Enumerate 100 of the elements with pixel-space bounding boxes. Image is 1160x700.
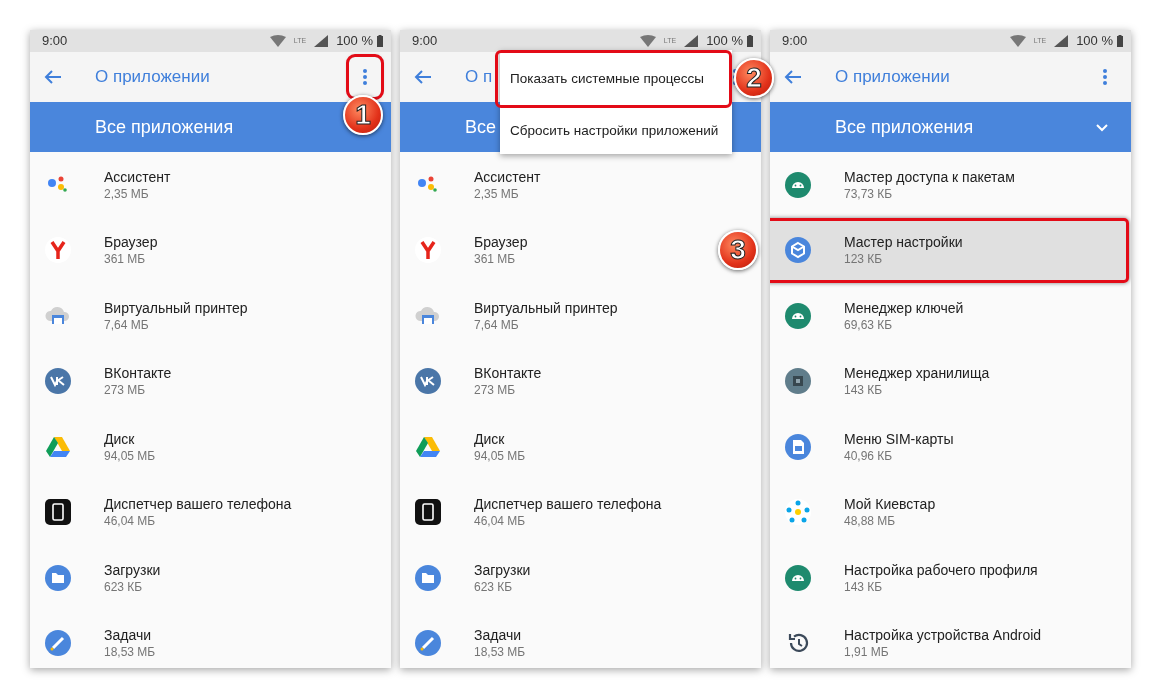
app-name: Диск xyxy=(474,429,506,448)
battery-icon xyxy=(377,35,383,47)
android-icon xyxy=(784,563,812,592)
cube-icon xyxy=(784,236,812,265)
app-name: Диспетчер вашего телефона xyxy=(474,495,662,514)
app-name: Задачи xyxy=(104,626,152,645)
menu-item[interactable]: Показать системные процессы xyxy=(495,50,732,108)
app-list-item[interactable]: Браузер 361 МБ xyxy=(400,217,713,283)
screen-title: О приложении xyxy=(835,66,950,89)
back-button[interactable] xyxy=(784,69,802,85)
app-size: 94,05 МБ xyxy=(104,447,156,464)
more-vertical-icon xyxy=(363,69,367,85)
app-list-item[interactable]: Меню SIM-карты 40,96 КБ xyxy=(770,414,1083,480)
status-time: 9:00 xyxy=(42,32,68,51)
app-name: Диск xyxy=(104,429,136,448)
app-list-item[interactable]: Загрузки 623 КБ xyxy=(30,545,343,611)
app-name: Диспетчер вашего телефона xyxy=(104,495,292,514)
app-size: 143 КБ xyxy=(844,382,884,399)
circle-logo-icon xyxy=(44,367,72,396)
back-arrow-icon xyxy=(44,69,62,85)
app-name: Виртуальный принтер xyxy=(474,298,618,317)
app-size: 361 МБ xyxy=(474,251,517,268)
app-name: Мастер доступа к пакетам xyxy=(844,167,1015,186)
app-size: 18,53 МБ xyxy=(104,644,156,661)
app-list-item[interactable]: Менеджер хранилища 143 КБ xyxy=(770,348,1083,414)
signal-icon xyxy=(684,35,699,47)
app-size: 361 МБ xyxy=(104,251,147,268)
status-time: 9:00 xyxy=(412,32,438,51)
status-time: 9:00 xyxy=(782,32,808,51)
filter-label[interactable]: Все приложения xyxy=(95,113,234,141)
app-name: Настройка устройства Android xyxy=(844,626,1042,645)
back-button[interactable] xyxy=(414,69,432,85)
app-size: 623 КБ xyxy=(474,578,514,595)
app-list-item[interactable]: Мой Киевстар 48,88 МБ xyxy=(770,479,1083,545)
app-list-item[interactable]: Ассистент 2,35 МБ xyxy=(400,152,713,218)
app-size: 94,05 МБ xyxy=(474,447,526,464)
phone-icon xyxy=(414,498,442,527)
battery-level: 100 % xyxy=(706,32,743,51)
wifi-icon xyxy=(639,35,656,47)
menu-item[interactable]: Сбросить настройки приложений xyxy=(500,108,732,154)
chevron-down-icon xyxy=(1095,122,1109,132)
back-arrow-icon xyxy=(784,69,802,85)
app-name: ВКонтакте xyxy=(474,364,542,383)
app-list-item[interactable]: Мастер доступа к пакетам 73,73 КБ xyxy=(770,152,1083,218)
filter-label[interactable]: Все приложения xyxy=(835,113,974,141)
back-button[interactable] xyxy=(44,69,62,85)
sim-card-icon xyxy=(784,432,812,461)
app-size: 48,88 МБ xyxy=(844,513,897,530)
app-list-item[interactable]: ВКонтакте 273 МБ xyxy=(30,348,343,414)
battery-level: 100 % xyxy=(336,32,373,51)
screen-title: О приложении xyxy=(95,66,210,89)
more-vertical-icon xyxy=(1103,69,1107,85)
app-list-item[interactable]: Диск 94,05 МБ xyxy=(400,414,713,480)
folder-icon xyxy=(414,563,442,592)
pencil-icon xyxy=(44,629,72,658)
app-name: Загрузки xyxy=(104,560,161,579)
app-size: 1,91 МБ xyxy=(844,644,890,661)
app-list-item[interactable]: Настройка устройства Android 1,91 МБ xyxy=(770,610,1083,668)
app-name: Задачи xyxy=(474,626,522,645)
app-list-item[interactable]: Настройка рабочего профиля 143 КБ xyxy=(770,545,1083,611)
app-list-item[interactable]: Браузер 361 МБ xyxy=(30,217,343,283)
app-name: Настройка рабочего профиля xyxy=(844,560,1038,579)
back-arrow-icon xyxy=(414,69,432,85)
app-name: Мой Киевстар xyxy=(844,495,936,514)
app-list-item[interactable]: Виртуальный принтер 7,64 МБ xyxy=(30,283,343,349)
app-size: 143 КБ xyxy=(844,578,884,595)
app-name: Ассистент xyxy=(104,167,171,186)
app-size: 46,04 МБ xyxy=(474,513,527,530)
app-list-item[interactable]: Мастер настройки 123 КБ xyxy=(770,217,1129,283)
app-size: 69,63 КБ xyxy=(844,316,894,333)
app-list-item[interactable]: Диспетчер вашего телефона 46,04 МБ xyxy=(400,479,713,545)
app-size: 123 КБ xyxy=(844,251,884,268)
folder-icon xyxy=(44,563,72,592)
app-list-item[interactable]: Диспетчер вашего телефона 46,04 МБ xyxy=(30,479,343,545)
app-list-item[interactable]: Загрузки 623 КБ xyxy=(400,545,713,611)
app-size: 273 МБ xyxy=(104,382,147,399)
filter-label[interactable]: Все xyxy=(465,113,497,141)
app-name: Мастер настройки xyxy=(844,233,963,252)
app-size: 273 МБ xyxy=(474,382,517,399)
app-size: 7,64 МБ xyxy=(104,316,150,333)
app-list-item[interactable]: Задачи 18,53 МБ xyxy=(400,610,713,668)
app-list-item[interactable]: Диск 94,05 МБ xyxy=(30,414,343,480)
battery-level: 100 % xyxy=(1076,32,1113,51)
app-list-item[interactable]: Менеджер ключей 69,63 КБ xyxy=(770,283,1083,349)
app-name: Менеджер хранилища xyxy=(844,364,990,383)
more-options-button[interactable] xyxy=(349,57,381,97)
app-size: 623 КБ xyxy=(104,578,144,595)
app-size: 40,96 КБ xyxy=(844,447,894,464)
app-list-item[interactable]: ВКонтакте 273 МБ xyxy=(400,348,713,414)
app-name: Ассистент xyxy=(474,167,541,186)
storage-icon xyxy=(784,367,812,396)
app-list-item[interactable]: Ассистент 2,35 МБ xyxy=(30,152,343,218)
app-list-item[interactable]: Задачи 18,53 МБ xyxy=(30,610,343,668)
app-size: 7,64 МБ xyxy=(474,316,520,333)
app-name: Менеджер ключей xyxy=(844,298,964,317)
battery-icon xyxy=(1117,35,1123,47)
app-list-item[interactable]: Виртуальный принтер 7,64 МБ xyxy=(400,283,713,349)
wifi-icon xyxy=(1009,35,1026,47)
app-name: Меню SIM-карты xyxy=(844,429,954,448)
app-name: Виртуальный принтер xyxy=(104,298,248,317)
